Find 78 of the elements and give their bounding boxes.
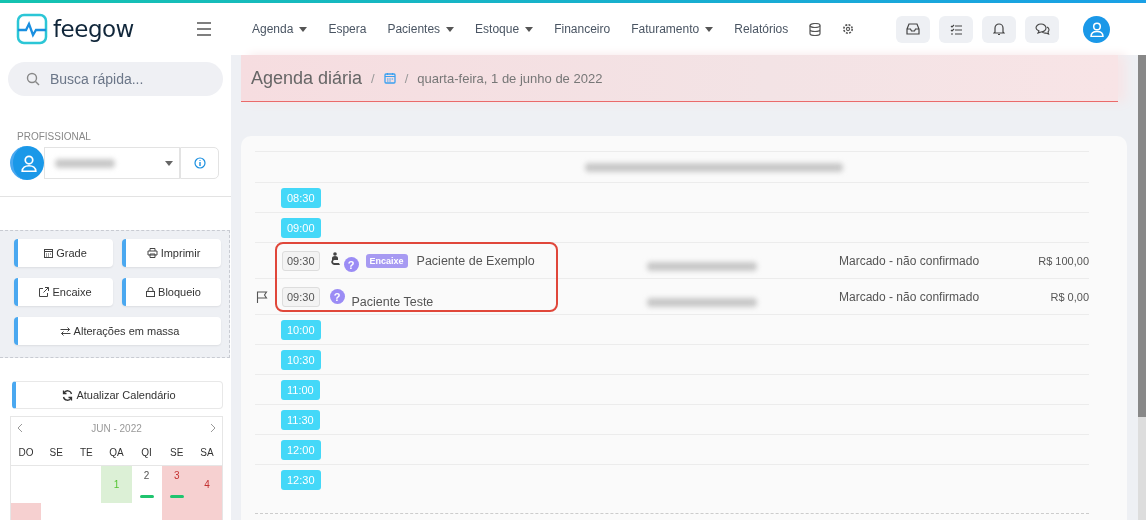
previous-month-icon[interactable] [17, 423, 23, 433]
search-field[interactable]: Busca rápida... [8, 62, 223, 96]
next-month-icon[interactable] [210, 423, 216, 433]
breadcrumb-separator: / [371, 70, 375, 86]
weekday-label: QA [108, 446, 125, 458]
external-link-icon [39, 287, 50, 297]
appointment-status: Marcado - não confirmado [838, 253, 981, 268]
chat-button[interactable] [1025, 15, 1059, 43]
weekday-label: TE [78, 446, 94, 458]
weekday-label: SE [169, 446, 185, 458]
calendar-day[interactable]: 4 [191, 466, 222, 503]
caret-icon [525, 26, 534, 32]
info-button[interactable] [180, 147, 219, 179]
action-button[interactable]: Bloqueio [122, 278, 221, 306]
weekday-label: QI [140, 446, 153, 458]
notifications-button[interactable] [982, 15, 1016, 43]
patient-name[interactable]: Paciente de Exemplo [416, 253, 557, 268]
section-label: PROFISSIONAL [17, 131, 92, 142]
caret-icon [299, 26, 308, 32]
user-avatar[interactable] [1083, 15, 1110, 43]
appointment-status: Marcado - não confirmado [838, 289, 981, 304]
price: R$ 0,00 [1049, 290, 1089, 303]
action-button[interactable]: Imprimir [122, 239, 221, 267]
chat-icon [1034, 23, 1050, 35]
availability-bar [169, 495, 184, 498]
logo-text: feegow [53, 16, 134, 42]
search-icon [26, 72, 40, 86]
appointment-time[interactable]: 09:30 [282, 286, 320, 307]
weekday-label: DO [17, 446, 35, 458]
professional-select[interactable] [44, 147, 180, 179]
patient-name[interactable]: Paciente Teste [351, 294, 492, 309]
nav-menu-item[interactable]: Relatórios [734, 22, 789, 36]
nav-menu-item[interactable]: Faturamento [631, 22, 714, 36]
database-icon[interactable] [809, 22, 822, 36]
weekday-label: SE [48, 446, 64, 458]
printer-icon [146, 248, 158, 258]
caret-icon [446, 26, 455, 32]
nav-menu-item[interactable]: Estoque [475, 22, 534, 36]
menu-icon[interactable] [196, 22, 212, 36]
calendar-day[interactable]: 3 [161, 466, 192, 503]
refresh-icon [62, 389, 74, 401]
help-icon: ? [329, 289, 345, 304]
appointment-time[interactable]: 09:30 [282, 250, 320, 271]
caret-icon [165, 160, 173, 166]
nav-menu-item[interactable]: Agenda [252, 22, 308, 36]
month-label: JUN - 2022 [91, 422, 142, 434]
inbox-button[interactable] [896, 15, 930, 43]
redacted-text [55, 158, 115, 168]
bell-icon [993, 22, 1005, 36]
help-icon: ? [343, 257, 359, 272]
info-icon [193, 157, 206, 169]
action-button[interactable]: Grade [14, 239, 113, 267]
nav-menu-item[interactable]: Pacientes [387, 22, 455, 36]
settings-icon[interactable] [842, 23, 855, 35]
date-label: quarta-feira, 1 de junho de 2022 [417, 70, 603, 86]
calendar-icon[interactable] [383, 72, 396, 84]
calendar-icon [44, 248, 54, 258]
checklist-icon [949, 23, 963, 35]
price: R$ 100,00 [1037, 254, 1089, 267]
action-button[interactable]: Encaixe [14, 278, 113, 306]
page-title: Agenda diária [251, 67, 363, 89]
checklist-button[interactable] [939, 15, 973, 43]
caret-icon [705, 26, 714, 32]
lock-icon [146, 287, 156, 297]
nav-menu-item[interactable]: Espera [328, 22, 367, 36]
nav-menu-item[interactable]: Financeiro [554, 22, 611, 36]
availability-bar [139, 495, 154, 498]
action-button[interactable]: Alterações em massa [14, 317, 221, 345]
scrollbar-thumb[interactable] [1138, 55, 1146, 417]
refresh-calendar-button[interactable]: Atualizar Calendário [12, 381, 223, 409]
tag: Encaixe [365, 253, 408, 268]
logo-icon [16, 13, 48, 45]
user-avatar [10, 146, 44, 180]
inbox-icon [906, 23, 920, 35]
breadcrumb-separator: / [404, 70, 409, 86]
flag-icon[interactable] [256, 290, 268, 303]
swap-arrows-icon [59, 326, 71, 336]
weekday-label: SA [199, 446, 215, 458]
